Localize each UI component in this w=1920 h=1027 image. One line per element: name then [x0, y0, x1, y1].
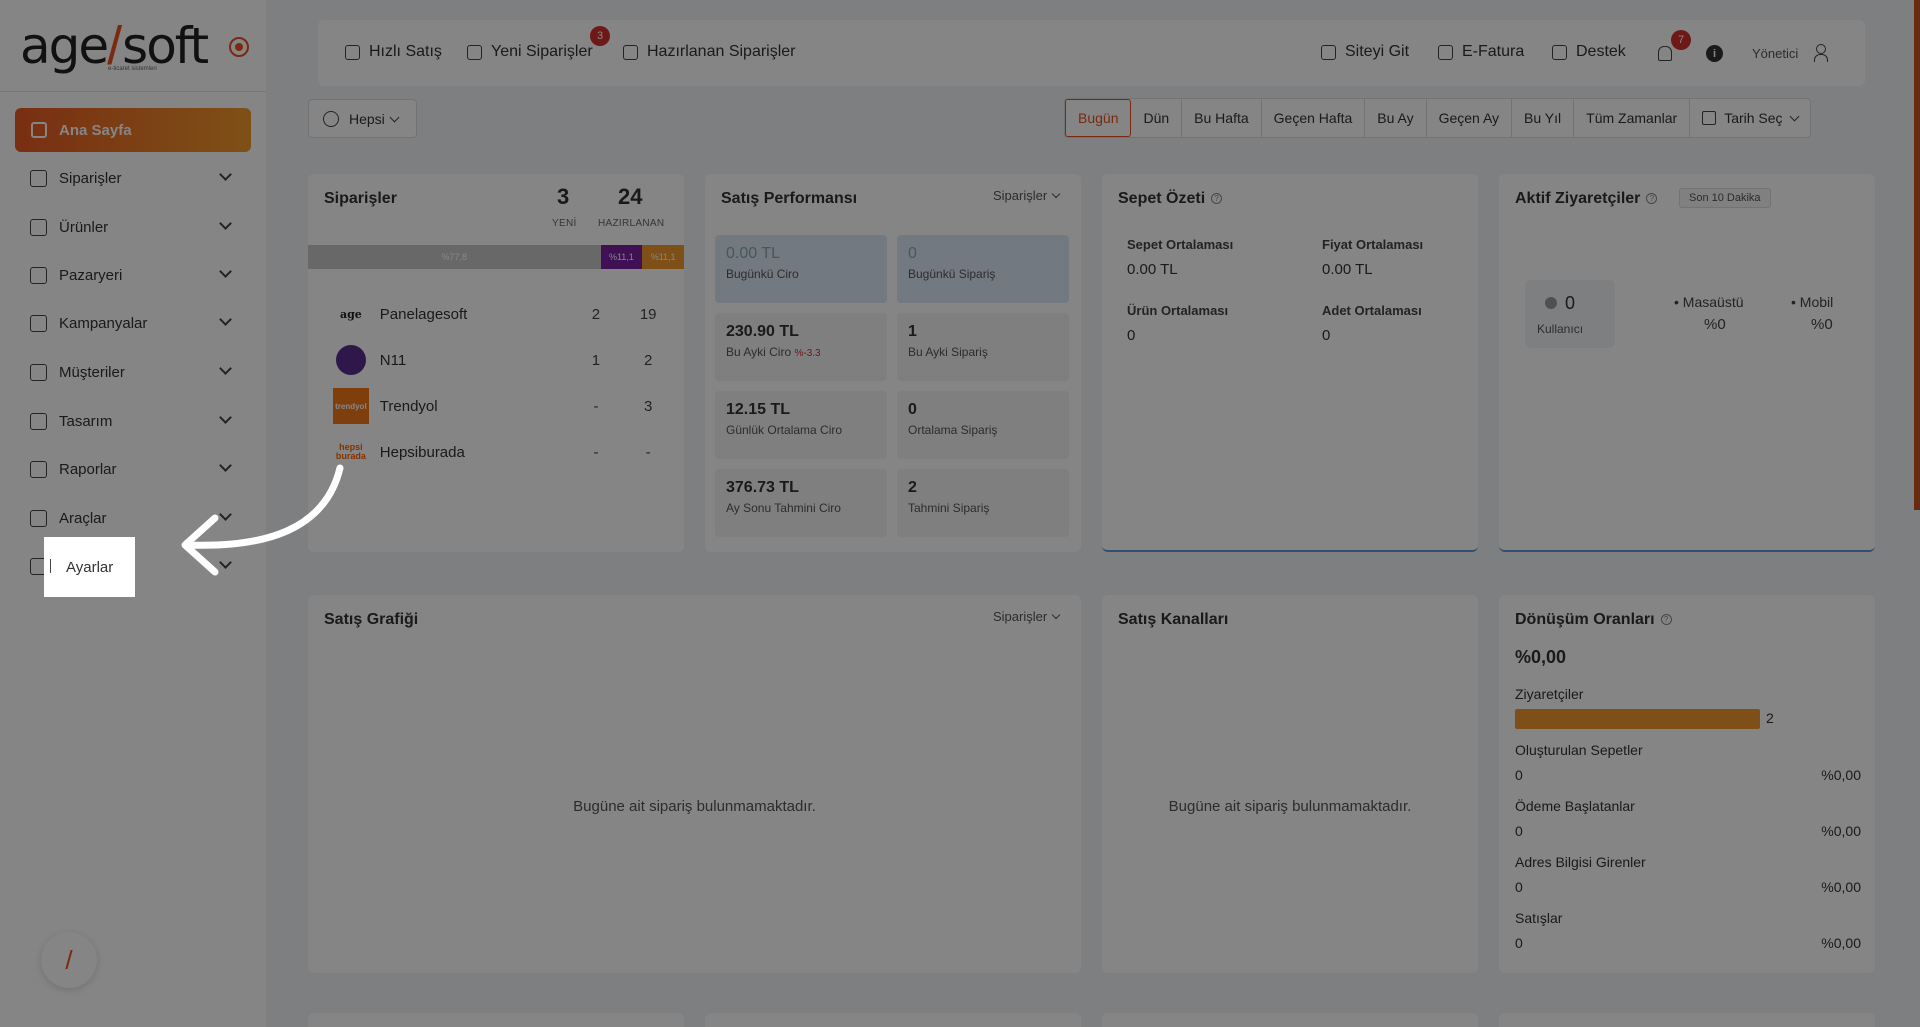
highlighted-label: Ayarlar — [66, 558, 114, 576]
gear-icon — [50, 559, 54, 573]
highlighted-settings-item[interactable]: Ayarlar — [44, 537, 135, 597]
pointer-arrow-icon — [181, 464, 344, 576]
